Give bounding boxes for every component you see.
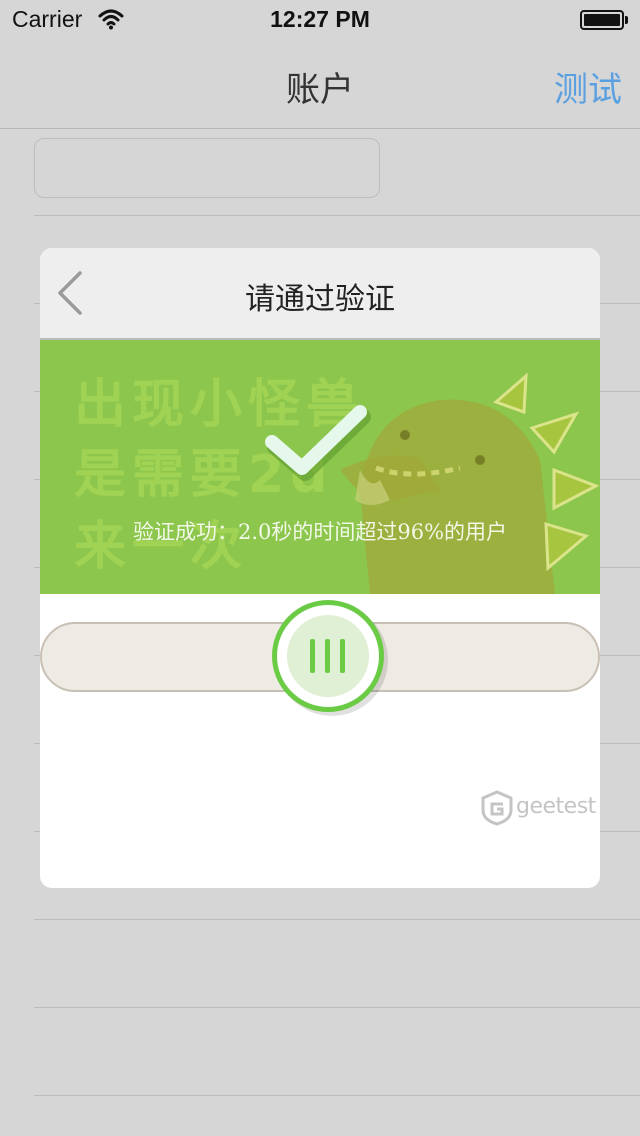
battery-icon <box>580 10 624 30</box>
checkmark-icon <box>265 405 371 481</box>
success-message: 验证成功：2.0秒的时间超过96%的用户 <box>132 520 508 544</box>
shield-icon <box>481 790 513 826</box>
text-input-field[interactable] <box>34 138 380 198</box>
battery-tip <box>625 16 628 24</box>
dialog-title: 请通过验证 <box>245 282 395 317</box>
test-button[interactable]: 测试 <box>554 62 622 111</box>
geetest-logo: geetest <box>480 788 596 828</box>
dialog-header: 请通过验证 <box>40 248 600 340</box>
status-bar: Carrier 12:27 PM <box>0 0 640 40</box>
page-title: 账户 <box>286 70 354 110</box>
captcha-image: 出现小怪兽 是需要2d 来一次 验证成功：2.0秒的时间超过96%的用户 <box>40 340 600 594</box>
row-divider <box>34 919 640 920</box>
row-divider <box>34 215 640 216</box>
brand-label: geetest <box>516 794 596 819</box>
navigation-bar: 账户 测试 <box>0 40 640 129</box>
row-divider <box>34 1095 640 1096</box>
row-divider <box>34 1007 640 1008</box>
captcha-dialog: 请通过验证 出现小怪兽 是需要2d 来一次 验证成功：2.0秒的时间超过96%的… <box>40 248 600 888</box>
clock: 12:27 PM <box>270 6 370 32</box>
slider-handle[interactable] <box>272 600 384 712</box>
grip-lines-icon <box>287 615 369 697</box>
